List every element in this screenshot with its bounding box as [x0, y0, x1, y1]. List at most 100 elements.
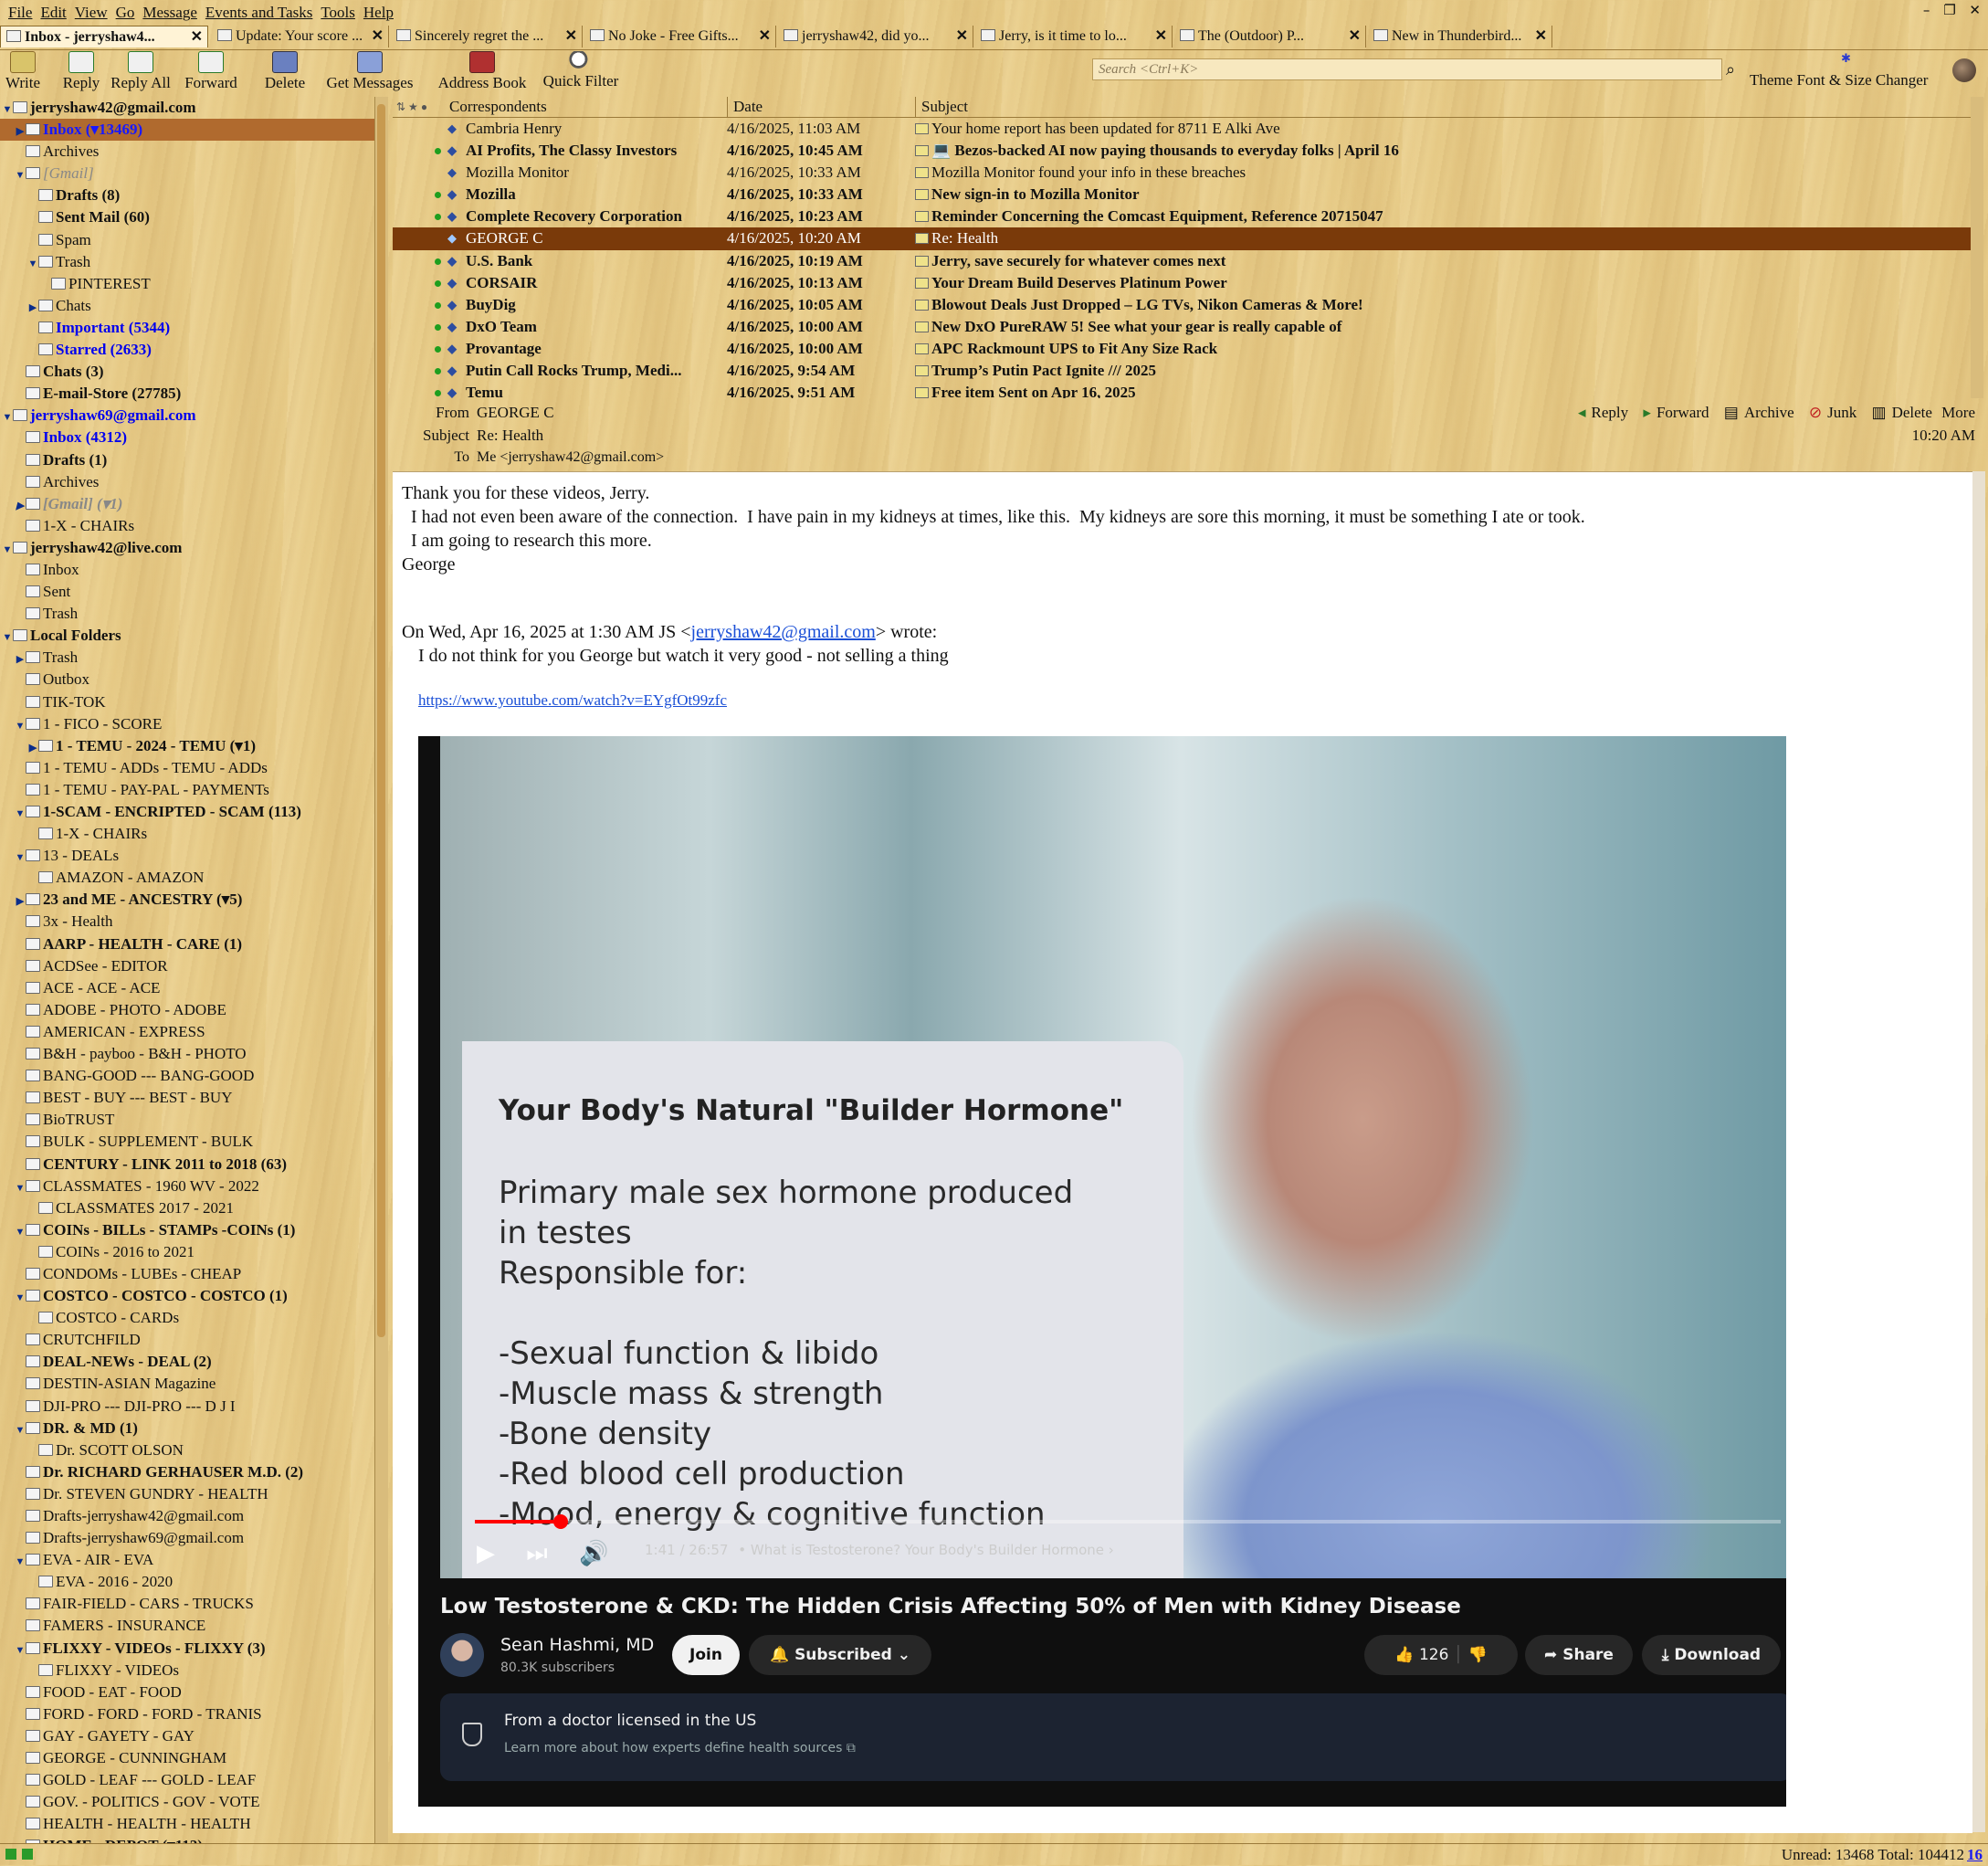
folder-row[interactable]: ▶ Trash [0, 647, 376, 669]
folder-row[interactable]: ▼ EVA - AIR - EVA [0, 1549, 376, 1571]
folder-row[interactable]: Sent [0, 581, 376, 603]
folder-row[interactable]: BioTRUST [0, 1109, 376, 1131]
folder-row[interactable]: FOOD - EAT - FOOD [0, 1682, 376, 1703]
unread-dot-icon[interactable] [435, 368, 441, 375]
collapsed-twisty-icon[interactable]: ▶ [15, 495, 26, 517]
menu-item-edit[interactable]: Edit [40, 0, 66, 26]
menu-item-message[interactable]: Message [142, 0, 196, 26]
header-more-button[interactable]: More [1941, 404, 1975, 421]
column-subject[interactable]: Subject [915, 97, 968, 117]
channel-name[interactable]: Sean Hashmi, MD [500, 1635, 654, 1655]
folder-row[interactable]: 1-X - CHAIRs [0, 823, 376, 845]
write-button[interactable]: Write [2, 49, 44, 93]
download-button[interactable]: ⤓ Download [1642, 1635, 1781, 1675]
folder-row[interactable]: DEAL-NEWs - DEAL (2) [0, 1351, 376, 1373]
folder-row[interactable]: ACDSee - EDITOR [0, 955, 376, 977]
from-value[interactable]: GEORGE C [477, 404, 554, 422]
tab-1[interactable]: Inbox - jerryshaw4... ✕ [0, 26, 208, 47]
message-row[interactable]: ◆ DxO Team 4/16/2025, 10:00 AM New DxO Pure… [393, 316, 1971, 338]
folder-row[interactable]: DJI-PRO --- DJI-PRO --- D J I [0, 1396, 376, 1418]
message-row[interactable]: ◆ Mozilla Monitor 4/16/2025, 10:33 AM Mozil… [393, 162, 1971, 184]
folder-row[interactable]: Inbox (4312) [0, 427, 376, 448]
message-row[interactable]: ◆ Mozilla 4/16/2025, 10:33 AM New sign-in t… [393, 184, 1971, 206]
close-window-button[interactable]: ✕ [1969, 2, 1981, 18]
folder-row[interactable]: ▼ 1 - FICO - SCORE [0, 713, 376, 735]
tab-4[interactable]: No Joke - Free Gifts... ✕ [584, 26, 776, 47]
folder-row[interactable]: CRUTCHFILD [0, 1329, 376, 1351]
get-messages-button[interactable]: Get Messages [320, 49, 420, 93]
collapsed-twisty-icon[interactable]: ▶ [15, 891, 26, 912]
folder-row[interactable]: ▼ FLIXXY - VIDEOs - FLIXXY (3) [0, 1638, 376, 1660]
folder-row[interactable]: CLASSMATES 2017 - 2021 [0, 1197, 376, 1219]
close-tab-icon[interactable]: ✕ [1535, 26, 1547, 47]
unread-dot-icon[interactable] [435, 148, 441, 155]
health-source-link[interactable]: Learn more about how experts define heal… [504, 1741, 856, 1755]
expanded-twisty-icon[interactable]: ▼ [15, 1419, 26, 1441]
unread-dot-icon[interactable] [435, 192, 441, 199]
folder-row[interactable]: BEST - BUY --- BEST - BUY [0, 1087, 376, 1109]
folder-row[interactable]: ▼ 13 - DEALs [0, 845, 376, 867]
unread-dot-icon[interactable] [435, 345, 441, 353]
folder-row[interactable]: Drafts-jerryshaw69@gmail.com [0, 1527, 376, 1549]
folder-row[interactable]: Sent Mail (60) [0, 206, 376, 228]
folder-row[interactable]: ▼ 1-SCAM - ENCRIPTED - SCAM (113) [0, 801, 376, 823]
address-book-button[interactable]: Address Book [431, 49, 533, 93]
collapsed-twisty-icon[interactable]: ▶ [15, 121, 26, 142]
folder-row[interactable]: Inbox [0, 559, 376, 581]
message-row[interactable]: ◆ BuyDig 4/16/2025, 10:05 AM Blowout Deals … [393, 294, 1971, 316]
quick-filter-button[interactable]: Quick Filter [539, 49, 623, 91]
folder-row[interactable]: GOV. - POLITICS - GOV - VOTE [0, 1791, 376, 1813]
folder-pane-scrollbar[interactable] [374, 97, 388, 1843]
folder-row[interactable]: AMERICAN - EXPRESS [0, 1021, 376, 1043]
unread-dot-icon[interactable] [435, 279, 441, 287]
account-row[interactable]: ▼ jerryshaw42@live.com [0, 537, 376, 559]
message-body-scrollbar[interactable] [1972, 471, 1985, 1832]
folder-row[interactable]: Starred (2633) [0, 339, 376, 361]
search-icon[interactable]: ⌕ [1726, 60, 1735, 79]
expanded-twisty-icon[interactable]: ▼ [15, 715, 26, 737]
column-date[interactable]: Date [727, 97, 763, 117]
account-row[interactable]: ▼ jerryshaw42@gmail.com [0, 97, 376, 119]
expanded-twisty-icon[interactable]: ▼ [2, 406, 13, 428]
folder-row[interactable]: FAIR-FIELD - CARS - TRUCKS [0, 1593, 376, 1615]
message-list-scrollbar[interactable] [1971, 97, 1983, 398]
next-icon[interactable]: ⏭ [526, 1540, 547, 1567]
folder-row[interactable]: HEALTH - HEALTH - HEALTH [0, 1813, 376, 1835]
header-forward-button[interactable]: ▸ Forward [1637, 404, 1709, 421]
expanded-twisty-icon[interactable]: ▼ [2, 627, 13, 648]
minimize-button[interactable]: – [1923, 2, 1930, 18]
message-row[interactable]: ◆ Cambria Henry 4/16/2025, 11:03 AM Your ho… [393, 118, 1971, 140]
folder-row[interactable]: GAY - GAYETY - GAY [0, 1725, 376, 1747]
close-tab-icon[interactable]: ✕ [191, 26, 203, 47]
folder-row[interactable]: Drafts-jerryshaw42@gmail.com [0, 1505, 376, 1527]
message-row[interactable]: ◆ Provantage 4/16/2025, 10:00 AM APC Rackmo… [393, 338, 1971, 360]
folder-row[interactable]: Important (5344) [0, 317, 376, 339]
folder-row[interactable]: PINTEREST [0, 273, 376, 295]
folder-row[interactable]: FORD - FORD - FORD - TRANIS [0, 1703, 376, 1725]
folder-row[interactable]: AMAZON - AMAZON [0, 867, 376, 889]
collapsed-twisty-icon[interactable]: ▶ [27, 737, 38, 759]
tab-8[interactable]: New in Thunderbird... ✕ [1368, 26, 1552, 47]
close-tab-icon[interactable]: ✕ [956, 26, 968, 47]
folder-row[interactable]: Spam [0, 229, 376, 251]
collapsed-twisty-icon[interactable]: ▶ [15, 1837, 26, 1843]
folder-row[interactable]: ▼ [Gmail] [0, 163, 376, 184]
folder-row[interactable]: GEORGE - CUNNINGHAM [0, 1747, 376, 1769]
thumbs-up-icon[interactable]: 👍 [1394, 1646, 1414, 1664]
expanded-twisty-icon[interactable]: ▼ [2, 539, 13, 561]
folder-row[interactable]: ▶ Inbox (▾13469) [0, 119, 376, 142]
tab-2[interactable]: Update: Your score ... ✕ [212, 26, 389, 47]
header-reply-button[interactable]: ◂ Reply [1573, 404, 1628, 421]
expanded-twisty-icon[interactable]: ▼ [15, 1639, 26, 1661]
volume-icon[interactable]: 🔊 [579, 1540, 608, 1567]
play-icon[interactable]: ▶ [477, 1540, 495, 1567]
expanded-twisty-icon[interactable]: ▼ [15, 164, 26, 186]
folder-row[interactable]: CENTURY - LINK 2011 to 2018 (63) [0, 1154, 376, 1175]
reply-all-button[interactable]: Reply All [108, 49, 174, 93]
video-progress-bar[interactable] [475, 1514, 1781, 1529]
folder-row[interactable]: ▼ CLASSMATES - 1960 WV - 2022 [0, 1175, 376, 1197]
folder-row[interactable]: Chats (3) [0, 361, 376, 383]
header-delete-button[interactable]: ▥ Delete [1867, 404, 1932, 421]
expanded-twisty-icon[interactable]: ▼ [15, 1177, 26, 1199]
tab-5[interactable]: jerryshaw42, did yo... ✕ [778, 26, 973, 47]
